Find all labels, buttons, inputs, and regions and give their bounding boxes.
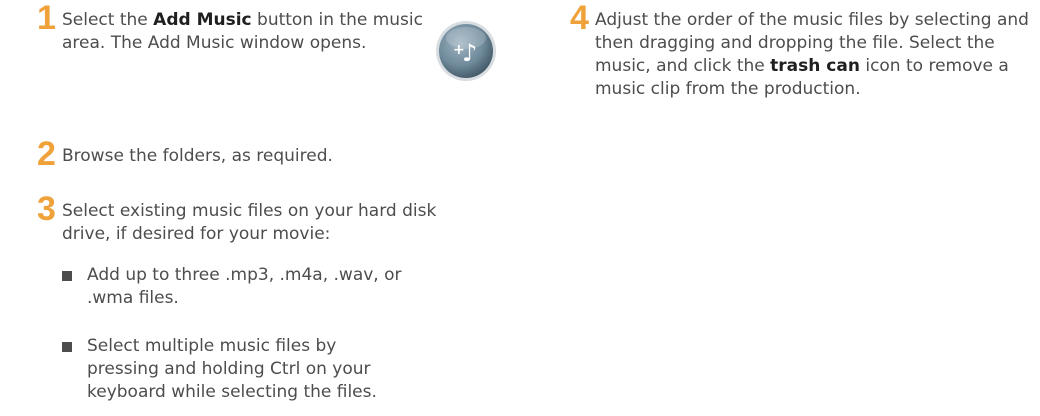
step-number: 1 bbox=[37, 0, 56, 37]
step-text: Adjust the order of the music files by s… bbox=[595, 9, 1035, 101]
bullet-marker bbox=[62, 342, 72, 352]
step-number: 2 bbox=[37, 135, 56, 173]
add-music-label: Add Music bbox=[153, 10, 252, 30]
step-text: Browse the folders, as required. bbox=[62, 146, 333, 166]
svg-text:♪: ♪ bbox=[462, 39, 477, 67]
step-text: Select existing music files on your hard… bbox=[62, 201, 437, 244]
step-number: 4 bbox=[570, 0, 589, 37]
step-number: 3 bbox=[37, 190, 56, 228]
trash-can-label: trash can bbox=[770, 56, 860, 76]
list-item-text: Add up to three .mp3, .m4a, .wav, or .wm… bbox=[87, 265, 402, 308]
step-text: Select the Add Music button in the music… bbox=[62, 9, 432, 55]
list-item-text: Select multiple music files by pressing … bbox=[87, 336, 377, 402]
add-music-icon: + ♪ bbox=[436, 21, 496, 81]
bullet-marker bbox=[62, 271, 72, 281]
step-text-part: Select the bbox=[62, 10, 154, 30]
